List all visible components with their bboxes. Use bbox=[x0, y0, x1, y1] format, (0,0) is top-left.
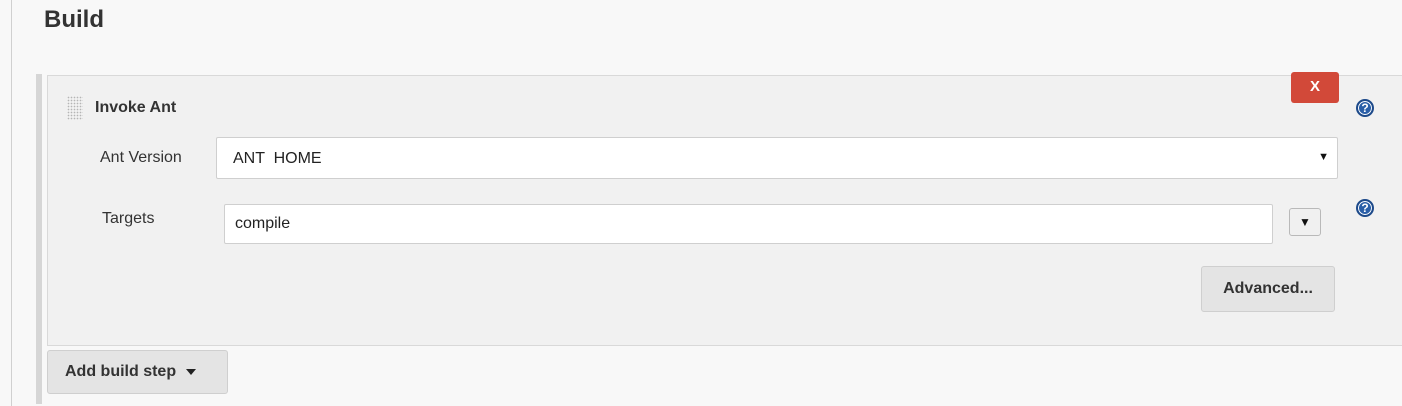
build-steps-bar bbox=[36, 74, 42, 404]
left-divider bbox=[11, 0, 12, 406]
dropdown-arrow-icon: ▼ bbox=[1318, 151, 1329, 163]
targets-help-icon[interactable]: ? bbox=[1356, 199, 1374, 217]
add-build-step-button[interactable]: Add build step bbox=[47, 350, 228, 394]
drag-handle-icon[interactable] bbox=[67, 96, 83, 120]
caret-down-icon bbox=[186, 369, 197, 375]
help-icon[interactable]: ? bbox=[1356, 99, 1374, 117]
advanced-button[interactable]: Advanced... bbox=[1201, 266, 1335, 312]
delete-step-button[interactable]: X bbox=[1291, 72, 1339, 103]
section-title: Build bbox=[44, 6, 104, 33]
add-build-step-label: Add build step bbox=[65, 363, 177, 380]
targets-label: Targets bbox=[102, 210, 155, 227]
ant-version-selected-value: ANT HOME bbox=[233, 150, 322, 167]
targets-input[interactable] bbox=[224, 204, 1273, 244]
step-title: Invoke Ant bbox=[95, 99, 177, 116]
ant-version-select[interactable]: ANT HOME ▼ bbox=[216, 137, 1338, 179]
expand-targets-button[interactable]: ▼ bbox=[1289, 208, 1321, 236]
ant-version-label: Ant Version bbox=[100, 149, 182, 166]
